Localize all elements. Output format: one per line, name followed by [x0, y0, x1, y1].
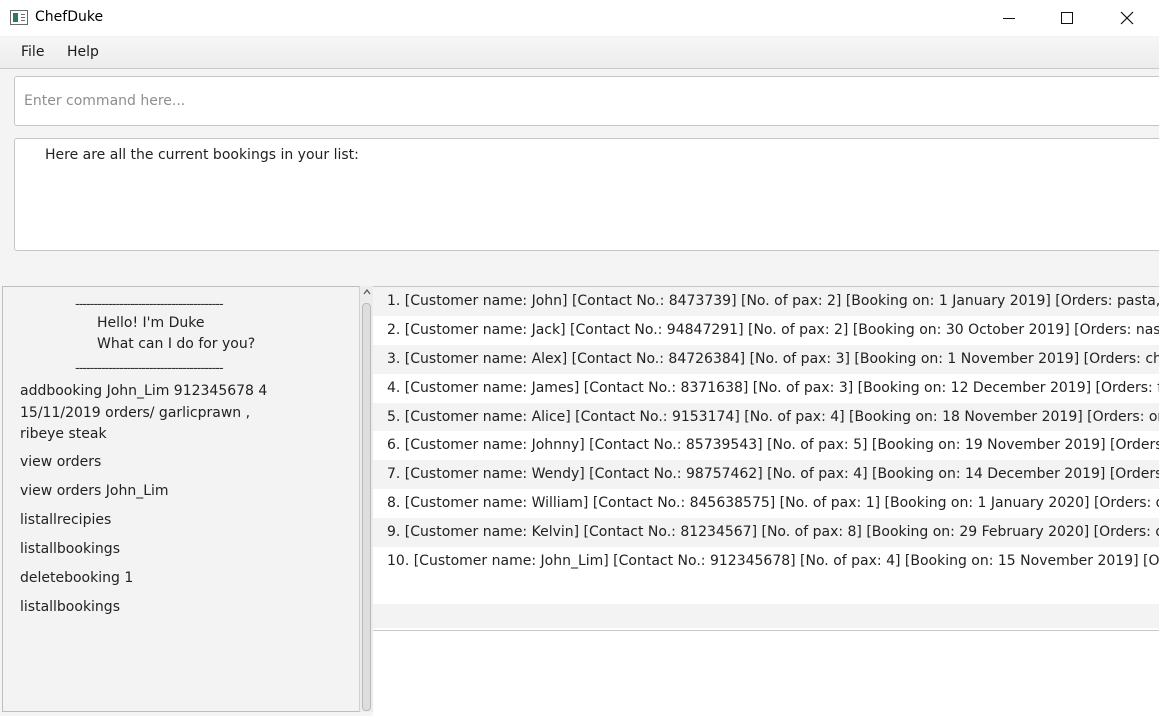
command-box — [14, 76, 1159, 126]
app-icon — [10, 10, 28, 25]
minimize-button[interactable] — [980, 0, 1038, 36]
booking-row[interactable]: 7. [Customer name: Wendy] [Contact No.: … — [373, 460, 1159, 490]
menu-help[interactable]: Help — [63, 44, 103, 60]
booking-row[interactable]: 10. [Customer name: John_Lim] [Contact N… — [373, 547, 1159, 576]
booking-list-panel[interactable]: 1. [Customer name: John] [Contact No.: 8… — [373, 286, 1159, 716]
history-item: listallbookings — [20, 541, 120, 557]
divider-top: ---------------------------------------- — [75, 297, 224, 312]
result-text: Here are all the current bookings in you… — [45, 147, 359, 163]
maximize-icon — [1061, 12, 1073, 24]
title-bar[interactable]: ChefDuke — [0, 0, 1159, 36]
lower-section: ----------------------------------------… — [0, 284, 1159, 716]
history-item: view orders — [20, 454, 102, 470]
menu-bar: File Help — [0, 38, 1159, 69]
scroll-thumb[interactable] — [362, 303, 371, 711]
dialog-panel[interactable]: ----------------------------------------… — [2, 286, 360, 712]
menu-file[interactable]: File — [17, 44, 48, 60]
minimize-icon — [1003, 17, 1015, 19]
list-divider — [373, 630, 1159, 631]
history-item: deletebooking 1 — [20, 570, 134, 586]
greeting-line-1: Hello! I'm Duke — [97, 315, 205, 331]
history-item: view orders John_Lim — [20, 483, 169, 499]
history-item: listallbookings — [20, 599, 120, 615]
close-icon — [1120, 11, 1134, 25]
history-item: addbooking John_Lim 912345678 4 15/11/20… — [20, 383, 268, 442]
result-display[interactable]: Here are all the current bookings in you… — [14, 138, 1159, 251]
booking-row[interactable]: 5. [Customer name: Alice] [Contact No.: … — [373, 402, 1159, 432]
booking-row[interactable]: 1. [Customer name: John] [Contact No.: 8… — [373, 287, 1159, 316]
booking-row[interactable]: 8. [Customer name: William] [Contact No.… — [373, 489, 1159, 519]
booking-list: 1. [Customer name: John] [Contact No.: 8… — [373, 287, 1159, 576]
command-input[interactable] — [15, 77, 1159, 125]
greeting-line-2: What can I do for you? — [97, 336, 256, 352]
dialog-scrollbar[interactable] — [359, 286, 373, 712]
history-item: listallrecipies — [20, 512, 112, 528]
maximize-button[interactable] — [1038, 0, 1096, 36]
booking-row[interactable]: 4. [Customer name: James] [Contact No.: … — [373, 373, 1159, 403]
booking-row[interactable]: 3. [Customer name: Alex] [Contact No.: 8… — [373, 344, 1159, 374]
list-empty-row — [373, 604, 1159, 628]
booking-row[interactable]: 6. [Customer name: Johnny] [Contact No.:… — [373, 431, 1159, 461]
booking-row[interactable]: 2. [Customer name: Jack] [Contact No.: 9… — [373, 315, 1159, 345]
app-window: ChefDuke File Help Here are all the curr… — [0, 0, 1159, 716]
window-title: ChefDuke — [35, 9, 104, 25]
scroll-up-icon[interactable] — [363, 288, 371, 296]
close-button[interactable] — [1098, 0, 1156, 36]
booking-row[interactable]: 9. [Customer name: Kelvin] [Contact No.:… — [373, 518, 1159, 548]
divider-bottom: ---------------------------------------- — [75, 361, 224, 376]
